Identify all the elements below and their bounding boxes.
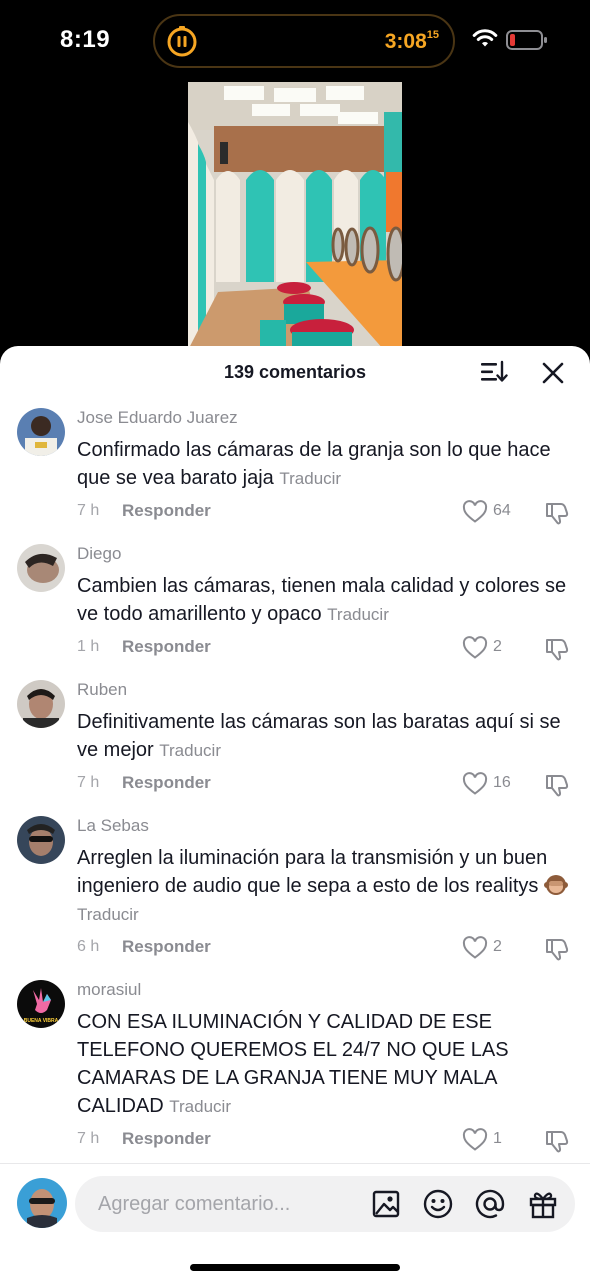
comment-body: CON ESA ILUMINACIÓN Y CALIDAD DE ESE TEL… (77, 1011, 509, 1117)
translate-link[interactable]: Traducir (77, 905, 139, 924)
comment-time: 7 h (77, 774, 100, 791)
image-icon[interactable] (372, 1190, 400, 1218)
comment-actions: 7 h Responder 1 (77, 1128, 577, 1154)
comment-input-bar: Agregar comentario... (0, 1163, 590, 1280)
monkey-emoji-icon (544, 875, 568, 895)
like-count: 16 (493, 774, 511, 791)
close-icon[interactable] (542, 362, 564, 384)
timer-seconds: 15 (426, 29, 439, 41)
timer-main: 3:08 (384, 30, 427, 53)
comment-username[interactable]: morasiul (77, 980, 141, 1000)
avatar-logo-text: BUENA VIBRA (24, 1018, 59, 1024)
dislike-icon[interactable] (544, 1128, 570, 1154)
avatar[interactable] (17, 544, 65, 592)
comment-time: 1 h (77, 638, 100, 655)
comment-body: Arreglen la iluminación para la transmis… (77, 847, 548, 897)
comment-username[interactable]: La Sebas (77, 816, 149, 836)
comment-body: Cambien las cámaras, tienen mala calidad… (77, 575, 567, 625)
comment-username[interactable]: Jose Eduardo Juarez (77, 408, 238, 428)
like-count: 1 (493, 1130, 502, 1147)
dislike-icon[interactable] (544, 936, 570, 962)
dynamic-island[interactable]: 3:0815 (153, 14, 455, 68)
like-count: 64 (493, 502, 511, 519)
like-count: 2 (493, 938, 502, 955)
comment-text: Definitivamente las cámaras son las bara… (77, 708, 577, 765)
comment-input[interactable]: Agregar comentario... (75, 1176, 575, 1232)
home-indicator (190, 1264, 400, 1271)
battery-icon (506, 30, 547, 50)
heart-icon[interactable] (462, 636, 488, 660)
avatar[interactable] (17, 408, 65, 456)
reply-button[interactable]: Responder (122, 773, 211, 793)
sort-icon[interactable] (480, 360, 508, 384)
status-bar: 8:19 3:0815 (0, 0, 590, 80)
comment-item: Ruben Definitivamente las cámaras son la… (0, 680, 590, 800)
comment-item: BUENA VIBRA morasiul CON ESA ILUMINACIÓN… (0, 980, 590, 1156)
translate-link[interactable]: Traducir (279, 469, 341, 488)
comment-body: Definitivamente las cámaras son las bara… (77, 711, 561, 761)
heart-icon[interactable] (462, 936, 488, 960)
dislike-icon[interactable] (544, 500, 570, 526)
dislike-icon[interactable] (544, 772, 570, 798)
reply-button[interactable]: Responder (122, 937, 211, 957)
reply-button[interactable]: Responder (122, 501, 211, 521)
reply-button[interactable]: Responder (122, 637, 211, 657)
video-preview[interactable] (0, 80, 590, 350)
comments-header: 139 comentarios (0, 346, 590, 400)
timer-readout: 3:0815 (384, 29, 439, 54)
comment-username[interactable]: Diego (77, 544, 121, 564)
comment-item: Jose Eduardo Juarez Confirmado las cámar… (0, 408, 590, 528)
comment-time: 7 h (77, 502, 100, 519)
reply-button[interactable]: Responder (122, 1129, 211, 1149)
pause-timer-icon[interactable] (165, 24, 199, 58)
mention-icon[interactable] (475, 1189, 505, 1219)
dislike-icon[interactable] (544, 636, 570, 662)
comment-actions: 7 h Responder 64 (77, 500, 577, 526)
translate-link[interactable]: Traducir (169, 1097, 231, 1116)
comment-input-placeholder: Agregar comentario... (98, 1193, 291, 1215)
heart-icon[interactable] (462, 1128, 488, 1152)
comment-item: La Sebas Arreglen la iluminación para la… (0, 816, 590, 964)
heart-icon[interactable] (462, 500, 488, 524)
comment-text: CON ESA ILUMINACIÓN Y CALIDAD DE ESE TEL… (77, 1008, 577, 1121)
comment-username[interactable]: Ruben (77, 680, 127, 700)
translate-link[interactable]: Traducir (327, 605, 389, 624)
comment-text: Arreglen la iluminación para la transmis… (77, 844, 577, 929)
heart-icon[interactable] (462, 772, 488, 796)
emoji-icon[interactable] (423, 1189, 453, 1219)
comment-actions: 6 h Responder 2 (77, 936, 577, 962)
avatar[interactable] (17, 680, 65, 728)
comment-actions: 1 h Responder 2 (77, 636, 577, 662)
translate-link[interactable]: Traducir (159, 741, 221, 760)
comment-text: Cambien las cámaras, tienen mala calidad… (77, 572, 577, 629)
gift-icon[interactable] (528, 1189, 558, 1219)
comments-sheet: 139 comentarios Jose Eduardo Juarez Conf… (0, 346, 590, 1280)
comment-time: 7 h (77, 1130, 100, 1147)
video-thumbnail[interactable] (188, 82, 402, 350)
comment-actions: 7 h Responder 16 (77, 772, 577, 798)
avatar[interactable] (17, 816, 65, 864)
comment-item: Diego Cambien las cámaras, tienen mala c… (0, 544, 590, 664)
avatar[interactable]: BUENA VIBRA (17, 980, 65, 1028)
like-count: 2 (493, 638, 502, 655)
comment-time: 6 h (77, 938, 100, 955)
comment-text: Confirmado las cámaras de la granja son … (77, 436, 577, 493)
my-avatar[interactable] (17, 1178, 67, 1228)
wifi-icon (472, 29, 498, 47)
status-time: 8:19 (60, 26, 111, 53)
